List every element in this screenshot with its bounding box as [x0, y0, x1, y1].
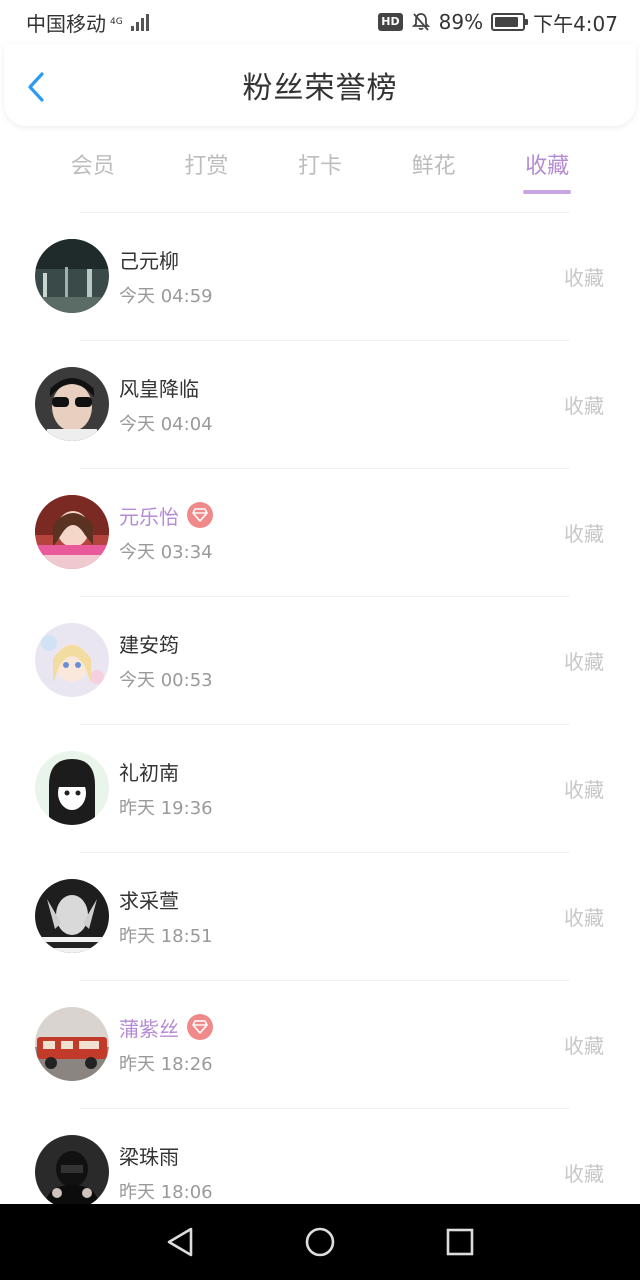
- avatar: [35, 751, 109, 825]
- fan-time: 昨天 18:06: [119, 1181, 213, 1203]
- fan-name: 礼初南: [119, 760, 179, 785]
- tab-reward[interactable]: 打赏: [150, 136, 264, 196]
- fan-time: 今天 04:59: [119, 285, 213, 307]
- nav-back-button[interactable]: [156, 1218, 204, 1266]
- fan-time: 昨天 19:36: [119, 797, 213, 819]
- fan-row[interactable]: 元乐怡 今天 03:34 收藏: [0, 468, 640, 596]
- nav-home-button[interactable]: [296, 1218, 344, 1266]
- recents-square-icon: [446, 1228, 474, 1256]
- fan-name: 建安筠: [119, 632, 179, 657]
- action-label: 收藏: [564, 265, 604, 290]
- action-label: 收藏: [564, 649, 604, 674]
- action-label: 收藏: [564, 521, 604, 546]
- action-label: 收藏: [564, 1033, 604, 1058]
- action-label: 收藏: [564, 905, 604, 930]
- clock: 下午4:07: [533, 11, 618, 36]
- back-button[interactable]: [22, 72, 50, 102]
- fan-time: 昨天 18:51: [119, 925, 213, 947]
- avatar: [35, 623, 109, 697]
- bell-off-icon: [411, 13, 430, 31]
- fan-name: 求采萱: [119, 888, 179, 913]
- action-label: 收藏: [564, 777, 604, 802]
- fan-name: 梁珠雨: [119, 1144, 179, 1169]
- tab-flowers[interactable]: 鲜花: [377, 136, 491, 196]
- tab-member[interactable]: 会员: [36, 136, 150, 196]
- page-title: 粉丝荣誉榜: [242, 71, 398, 106]
- nav-recents-button[interactable]: [436, 1218, 484, 1266]
- avatar: [35, 1007, 109, 1081]
- tab-bar: 会员 打赏 打卡 鲜花 收藏: [0, 136, 640, 196]
- chevron-left-icon: [28, 72, 44, 102]
- tab-favorites[interactable]: 收藏: [490, 136, 604, 196]
- fan-name: 己元柳: [119, 248, 179, 273]
- fan-name: 元乐怡: [119, 501, 564, 530]
- fan-time: 今天 00:53: [119, 669, 213, 691]
- fan-row[interactable]: 己元柳 今天 04:59 收藏: [0, 212, 640, 340]
- fan-row[interactable]: 求采萱 昨天 18:51 收藏: [0, 852, 640, 980]
- hd-icon: HD: [378, 13, 403, 31]
- fan-row[interactable]: 建安筠 今天 00:53 收藏: [0, 596, 640, 724]
- avatar: [35, 367, 109, 441]
- status-right: HD 89% 下午4:07: [378, 8, 618, 37]
- app-header: 粉丝荣誉榜: [4, 44, 636, 126]
- fan-row[interactable]: 礼初南 昨天 19:36 收藏: [0, 724, 640, 852]
- avatar: [35, 879, 109, 953]
- fan-time: 今天 03:34: [119, 541, 213, 563]
- avatar: [35, 1135, 109, 1209]
- avatar: [35, 239, 109, 313]
- system-nav-bar: [0, 1204, 640, 1280]
- action-label: 收藏: [564, 393, 604, 418]
- home-circle-icon: [305, 1227, 335, 1257]
- avatar: [35, 495, 109, 569]
- fan-time: 今天 04:04: [119, 413, 213, 435]
- back-triangle-icon: [167, 1227, 193, 1257]
- tab-checkin[interactable]: 打卡: [263, 136, 377, 196]
- fan-name: 蒲紫丝: [119, 1013, 564, 1042]
- status-bar: 中国移动 4G HD 89% 下午4:07: [0, 0, 640, 44]
- fan-time: 昨天 18:26: [119, 1053, 213, 1075]
- signal-icon: [130, 13, 149, 31]
- diamond-icon: [187, 502, 213, 528]
- carrier-label: 中国移动: [26, 11, 106, 36]
- fan-list: 己元柳 今天 04:59 收藏 风皇降临 今天 04:04 收藏 元乐怡 今天 …: [0, 212, 640, 1236]
- network-type: 4G: [110, 16, 123, 27]
- fan-name: 风皇降临: [119, 376, 199, 401]
- battery-icon: [491, 13, 529, 31]
- fan-row[interactable]: 蒲紫丝 昨天 18:26 收藏: [0, 980, 640, 1108]
- fan-row[interactable]: 风皇降临 今天 04:04 收藏: [0, 340, 640, 468]
- action-label: 收藏: [564, 1161, 604, 1186]
- status-left: 中国移动 4G: [26, 8, 149, 37]
- diamond-icon: [187, 1014, 213, 1040]
- battery-percent: 89%: [438, 10, 484, 34]
